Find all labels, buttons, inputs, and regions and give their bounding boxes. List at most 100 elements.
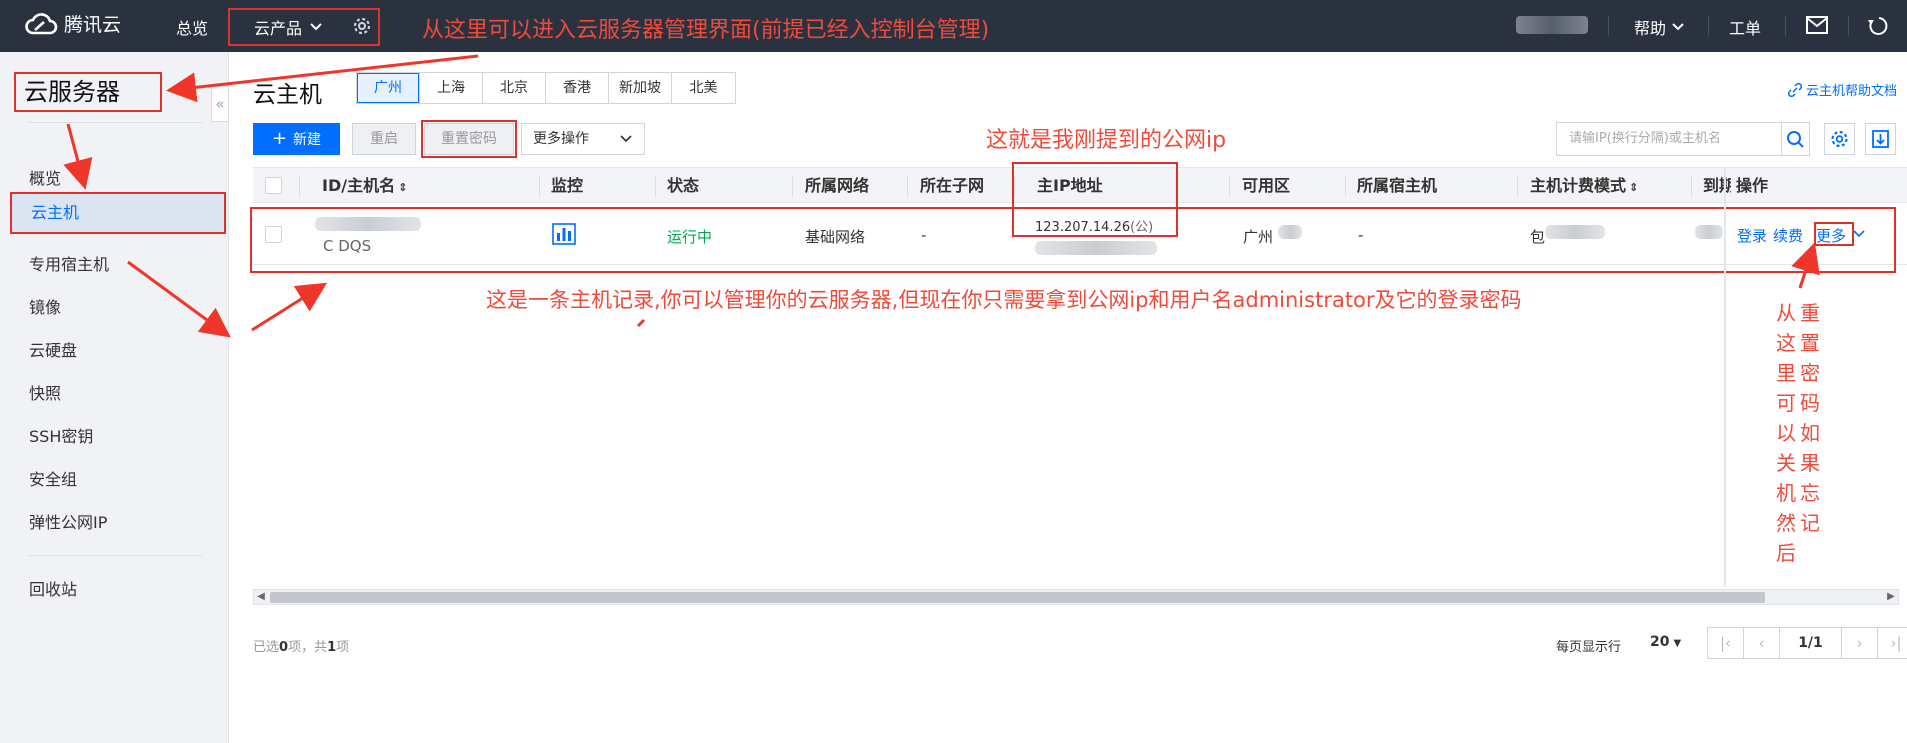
divider <box>1517 176 1518 196</box>
annotation-char: 后 <box>1776 541 1796 565</box>
more-actions-dropdown[interactable]: 更多操作 <box>521 123 645 155</box>
nav-ticket[interactable]: 工单 <box>1729 15 1761 39</box>
sidebar-item-snapshots[interactable]: 快照 <box>0 373 226 415</box>
gear-icon <box>1831 130 1848 148</box>
divider <box>28 122 202 123</box>
selection-text: 已选 <box>253 640 280 655</box>
first-page-icon[interactable]: |‹ <box>1708 628 1744 658</box>
caret-down-icon: ▼ <box>1673 638 1682 649</box>
column-header-monitor: 监控 <box>551 176 584 195</box>
selection-text: 项 <box>336 640 350 655</box>
annotation-char: 里 <box>1776 361 1796 385</box>
annotation-char: 从 <box>1776 301 1796 325</box>
divider <box>1345 176 1346 196</box>
top-navigation-bar: 腾讯云 总览 云产品 从这里可以进入云服务器管理界面(前提已经入控制台管理) 帮… <box>0 0 1907 52</box>
divider <box>792 176 793 196</box>
new-instance-button[interactable]: + 新建 <box>253 123 340 155</box>
divider <box>539 176 540 196</box>
reset-password-annotation: 从 这 里 可 以 关 机 然 后 重 置 密 码 如 果 忘 记 <box>1776 298 1822 568</box>
sidebar-item-cloud-disk[interactable]: 云硬盘 <box>0 330 226 372</box>
tencent-cloud-logo[interactable]: 腾讯云 <box>24 10 121 37</box>
selected-count: 0 <box>279 640 289 655</box>
total-count: 1 <box>327 640 337 655</box>
gear-icon[interactable] <box>350 14 374 38</box>
annotation-char: 关 <box>1776 451 1796 475</box>
annotation-char: 重 <box>1800 301 1820 325</box>
sidebar-item-cvm[interactable]: 云主机 <box>10 192 226 234</box>
next-page-icon[interactable]: › <box>1842 628 1878 658</box>
chevron-down-icon <box>620 135 632 143</box>
exit-icon[interactable] <box>1866 15 1888 37</box>
plus-icon: + <box>271 128 288 149</box>
sidebar-item-elastic-ip[interactable]: 弹性公网IP <box>0 502 226 544</box>
restart-button[interactable]: 重启 <box>352 123 416 155</box>
divider <box>655 176 656 196</box>
divider <box>299 176 300 196</box>
chevron-down-icon <box>310 23 322 31</box>
annotation-column: 重 置 密 码 如 果 忘 记 <box>1800 298 1822 568</box>
scrollbar-thumb[interactable] <box>270 592 1765 603</box>
reset-password-button[interactable]: 重置密码 <box>421 120 517 158</box>
sidebar-collapse-button[interactable]: « <box>211 86 229 122</box>
nav-help-dropdown[interactable]: 帮助 <box>1634 15 1684 39</box>
user-account-blurred[interactable] <box>1516 16 1588 34</box>
region-tab-guangzhou[interactable]: 广州 <box>357 73 420 103</box>
search-input[interactable]: 请输IP(换行分隔)或主机名 <box>1556 122 1782 156</box>
last-page-icon[interactable]: ›| <box>1878 628 1907 658</box>
arrow-line <box>251 282 328 332</box>
scroll-right-arrow-icon[interactable]: ▶ <box>1884 590 1898 604</box>
help-doc-link[interactable]: 云主机帮助文档 <box>1787 80 1897 99</box>
per-page-select[interactable]: 20 ▼ <box>1650 634 1681 650</box>
scroll-left-arrow-icon[interactable]: ◀ <box>254 590 268 604</box>
column-header-id-label: ID/主机名 <box>322 176 396 195</box>
annotation-char: 密 <box>1800 361 1820 385</box>
cloud-logo-icon <box>25 12 58 34</box>
search-button[interactable] <box>1781 122 1810 156</box>
region-tab-north-america[interactable]: 北美 <box>672 73 735 103</box>
more-actions-label: 更多操作 <box>533 131 589 147</box>
annotation-arrows <box>63 54 1820 338</box>
sidebar-item-recycle-bin[interactable]: 回收站 <box>0 569 226 611</box>
divider <box>1708 16 1709 36</box>
help-doc-label: 云主机帮助文档 <box>1805 84 1897 99</box>
page-indicator: 1/1 <box>1780 628 1842 658</box>
public-ip-annotation: 这就是我刚提到的公网ip <box>986 128 1227 153</box>
column-header-subnet: 所在子网 <box>920 176 985 195</box>
region-tab-singapore[interactable]: 新加坡 <box>609 73 672 103</box>
region-tab-shanghai[interactable]: 上海 <box>420 73 483 103</box>
settings-button[interactable] <box>1824 123 1855 155</box>
horizontal-scrollbar[interactable]: ◀ ▶ <box>253 589 1899 605</box>
sidebar: 云服务器 « 概览 云主机 专用宿主机 镜像 云硬盘 快照 SSH密钥 安全组 … <box>0 52 229 743</box>
column-header-id[interactable]: ID/主机名 ⇕ <box>322 168 407 204</box>
sidebar-item-security-groups[interactable]: 安全组 <box>0 459 226 501</box>
column-header-status: 状态 <box>667 176 700 195</box>
divider <box>1229 176 1230 196</box>
sidebar-item-dedicated-host[interactable]: 专用宿主机 <box>0 244 226 286</box>
ip-highlight-annotation <box>1012 162 1178 237</box>
ops-column-divider <box>1724 167 1726 587</box>
region-tab-beijing[interactable]: 北京 <box>483 73 546 103</box>
region-tab-hongkong[interactable]: 香港 <box>546 73 609 103</box>
annotation-char: 果 <box>1800 451 1820 475</box>
sidebar-item-images[interactable]: 镜像 <box>0 287 226 329</box>
prev-page-icon[interactable]: ‹ <box>1744 628 1780 658</box>
divider <box>1848 16 1849 36</box>
column-header-billing[interactable]: 主机计费模式 ⇕ <box>1530 168 1638 204</box>
download-button[interactable] <box>1865 123 1896 155</box>
column-header-network: 所属网络 <box>805 176 870 195</box>
divider <box>1608 16 1609 36</box>
annotation-char: 忘 <box>1800 481 1820 505</box>
annotation-char: 然 <box>1776 511 1796 535</box>
sort-icon: ⇕ <box>398 181 408 194</box>
annotation-char: 记 <box>1800 511 1820 535</box>
select-all-checkbox[interactable] <box>265 177 282 194</box>
annotation-char: 以 <box>1776 421 1796 445</box>
region-tabs: 广州 上海 北京 香港 新加坡 北美 <box>356 72 736 104</box>
sidebar-item-ssh-keys[interactable]: SSH密钥 <box>0 416 226 458</box>
row-annotation: 这是一条主机记录,你可以管理你的云服务器,但现在你只需要拿到公网ip和用户名ad… <box>486 288 1522 312</box>
annotation-char: 码 <box>1800 391 1820 415</box>
nav-overview[interactable]: 总览 <box>176 15 208 39</box>
divider <box>1691 176 1692 196</box>
nav-help-label: 帮助 <box>1634 19 1667 38</box>
mail-icon[interactable] <box>1806 16 1828 34</box>
